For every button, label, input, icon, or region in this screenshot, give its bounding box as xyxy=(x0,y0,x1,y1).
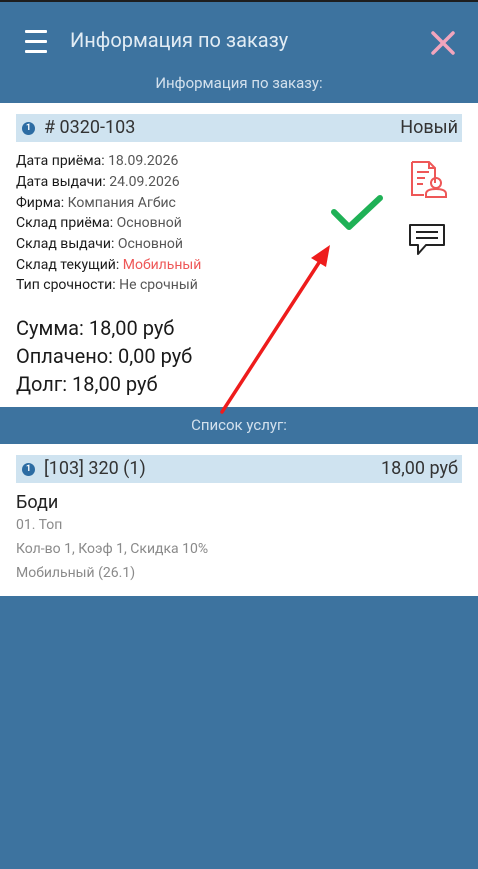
app-bar: Информация по заказу xyxy=(0,2,478,72)
service-name: Боди xyxy=(16,492,59,513)
services-section-header: Список услуг: xyxy=(191,416,287,434)
order-debt: Долг: 18,00 руб xyxy=(16,372,158,396)
detail-receive-warehouse: Склад приёма: Основной xyxy=(16,215,182,231)
service-title: [103] 320 (1) xyxy=(44,458,146,479)
detail-current-warehouse: Склад текущий: Мобильный xyxy=(16,257,202,273)
service-params: Кол-во 1, Коэф 1, Скидка 10% xyxy=(16,541,209,557)
services-card: 1 [103] 320 (1) 18,00 руб Боди 01. Топ К… xyxy=(0,444,478,596)
detail-urgency: Тип срочности: Не срочный xyxy=(16,277,198,293)
order-paid: Оплачено: 0,00 руб xyxy=(16,344,193,368)
order-card: 1 # 0320-103 Новый Дата приёма: 18.09.20… xyxy=(0,103,478,407)
detail-issue-warehouse: Склад выдачи: Основной xyxy=(16,236,183,252)
detail-issue-date: Дата выдачи: 24.09.2026 xyxy=(16,174,180,190)
close-icon[interactable] xyxy=(429,29,457,57)
order-number-row[interactable]: 1 # 0320-103 Новый xyxy=(16,114,462,142)
order-status: Новый xyxy=(400,117,458,138)
order-index-badge: 1 xyxy=(22,122,35,135)
service-type: 01. Топ xyxy=(16,517,63,533)
document-person-icon[interactable] xyxy=(409,159,447,199)
service-location: Мобильный (26.1) xyxy=(16,565,136,581)
service-index-badge: 1 xyxy=(22,463,35,476)
order-section-header: Информация по заказу: xyxy=(155,74,323,92)
service-price: 18,00 руб xyxy=(381,458,458,479)
page-title: Информация по заказу xyxy=(70,28,289,52)
check-icon xyxy=(331,195,383,230)
order-number: # 0320-103 xyxy=(44,117,136,138)
detail-company: Фирма: Компания Агбис xyxy=(16,195,176,211)
comment-icon[interactable] xyxy=(408,223,446,257)
detail-receive-date: Дата приёма: 18.09.2026 xyxy=(16,153,179,169)
hamburger-menu-icon[interactable] xyxy=(25,30,47,54)
order-sum: Сумма: 18,00 руб xyxy=(16,316,175,340)
service-row[interactable]: 1 [103] 320 (1) 18,00 руб xyxy=(16,455,462,483)
